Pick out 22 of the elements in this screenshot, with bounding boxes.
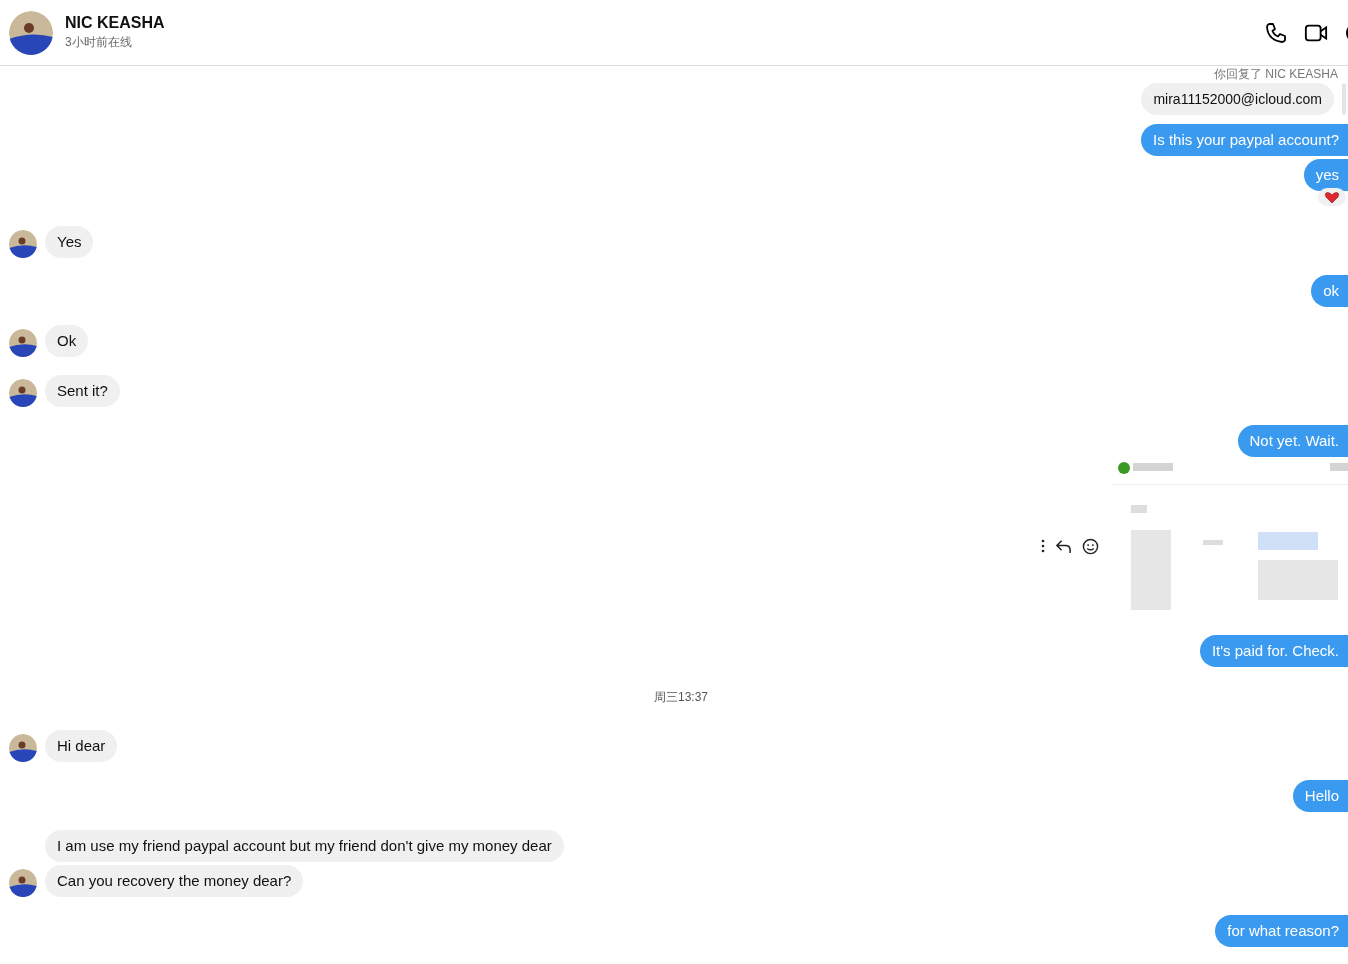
message-bubble: Can you recovery the money dear? — [45, 865, 304, 897]
message-bubble: Sent it? — [45, 375, 120, 407]
reply-note: 你回复了 NIC KEASHA — [1213, 67, 1339, 81]
message-bubble: for what reason? — [1215, 915, 1348, 947]
message-bubble: yes — [1303, 159, 1348, 191]
contact-name: NIC KEASHA — [65, 14, 165, 32]
phone-icon[interactable] — [1264, 20, 1288, 45]
timestamp: 周三13:37 — [654, 690, 708, 704]
avatar — [9, 10, 53, 55]
message-bubble: Ok — [45, 325, 89, 357]
message-bubble: Hello — [1292, 780, 1348, 812]
quoted-message: mira11152000@icloud.com — [1141, 83, 1334, 115]
message-bubble: Not yet. Wait. — [1237, 425, 1348, 457]
message-bubble: Yes — [45, 226, 94, 258]
more-icon[interactable] — [1041, 539, 1045, 553]
message-bubble: It's paid for. Check. — [1199, 635, 1348, 667]
message-bubble: ok — [1311, 275, 1348, 307]
message-bubble: I am use my friend paypal account but my friend don't give my money dear — [45, 830, 564, 862]
emoji-icon[interactable] — [1082, 537, 1099, 555]
online-status: 3小时前在线 — [65, 34, 133, 51]
message-bubble: Is this your paypal account? — [1141, 124, 1348, 156]
message-bubble: Hi dear — [45, 730, 118, 762]
